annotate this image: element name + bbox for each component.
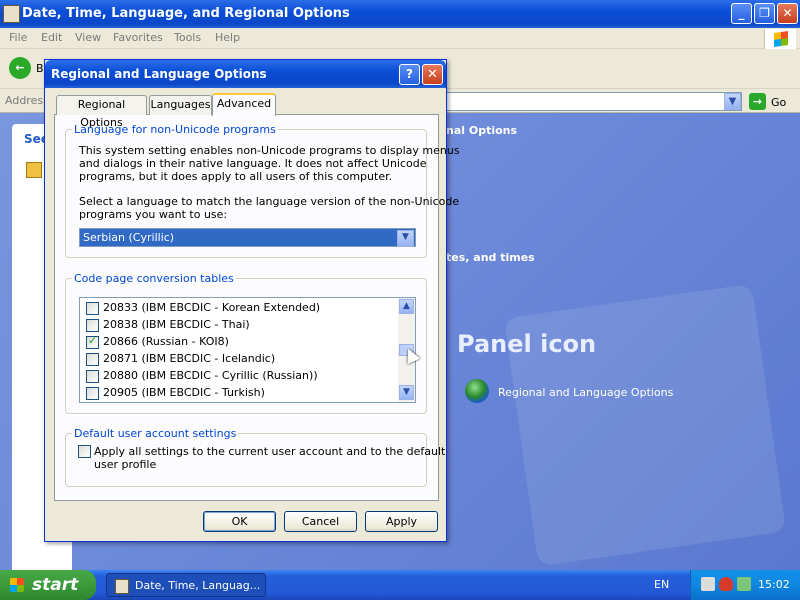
go-button[interactable]: Go [771,96,786,109]
start-button[interactable]: start [0,570,96,600]
checkbox[interactable] [86,302,99,315]
globe-icon[interactable] [465,379,489,403]
back-arrow-icon[interactable]: ← [9,57,31,79]
maximize-button[interactable]: ❐ [754,3,775,24]
checkbox-checked[interactable]: ✓ [86,334,99,349]
category-heading: nal Options [446,124,518,137]
go-arrow-icon[interactable]: → [749,93,766,110]
default-user-legend: Default user account settings [74,427,237,440]
ok-button[interactable]: OK [203,511,276,532]
tab-regional-options[interactable]: Regional Options [56,95,147,129]
folder-window-icon [3,5,20,23]
code-page-list[interactable]: 20833 (IBM EBCDIC - Korean Extended) 208… [79,297,416,403]
menu-view[interactable]: View [75,31,101,44]
checkbox[interactable] [86,387,99,400]
checkbox[interactable] [86,370,99,383]
language-indicator[interactable]: EN [654,578,669,591]
address-dropdown-icon[interactable]: ▼ [724,93,741,110]
taskbar-window-button[interactable]: Date, Time, Languag... [106,573,266,597]
non-unicode-legend: Language for non-Unicode programs [74,123,276,136]
dialog-close-button[interactable]: ✕ [422,64,443,85]
window-icon [115,579,129,594]
chevron-down-icon[interactable]: ▼ [397,230,414,247]
back-label[interactable]: B [36,62,44,75]
network-icon[interactable] [701,577,715,591]
scroll-up-icon[interactable]: ▲ [399,299,414,314]
tab-languages[interactable]: Languages [149,95,212,115]
windows-flag-icon [10,578,24,592]
cancel-button[interactable]: Cancel [284,511,357,532]
menu-edit[interactable]: Edit [41,31,62,44]
task-icon[interactable] [26,162,42,178]
code-page-legend: Code page conversion tables [74,272,234,285]
language-select[interactable]: Serbian (Cyrillic) ▼ [79,228,416,247]
scroll-down-icon[interactable]: ▼ [399,385,414,400]
menu-favorites[interactable]: Favorites [113,31,163,44]
security-shield-icon[interactable] [719,577,733,591]
task-link[interactable]: tes, and times [446,251,535,264]
checkbox[interactable] [86,353,99,366]
tab-advanced[interactable]: Advanced [212,93,276,116]
checkbox[interactable] [86,319,99,332]
apply-button[interactable]: Apply [365,511,438,532]
apply-all-label[interactable]: Apply all settings to the current user a… [94,445,445,471]
dialog-title-bar[interactable]: Regional and Language Options [45,60,446,88]
address-label: Address [5,94,49,107]
check-icon: ✓ [88,334,98,347]
menu-bar: File Edit View Favorites Tools Help [0,28,800,49]
non-unicode-description: This system setting enables non-Unicode … [79,144,460,183]
menu-tools[interactable]: Tools [174,31,201,44]
regional-options-link[interactable]: Regional and Language Options [498,386,673,399]
update-icon[interactable] [737,577,751,591]
watermark-graphic [503,283,787,567]
menu-help[interactable]: Help [215,31,240,44]
dialog-title: Regional and Language Options [51,67,267,81]
apply-all-checkbox[interactable] [78,445,91,458]
select-language-instruction: Select a language to match the language … [79,195,460,221]
help-button[interactable]: ? [399,64,420,85]
language-select-value: Serbian (Cyrillic) [83,231,175,244]
explorer-title: Date, Time, Language, and Regional Optio… [22,6,350,21]
clock[interactable]: 15:02 [758,578,790,591]
address-input[interactable] [440,92,742,111]
explorer-title-bar[interactable]: Date, Time, Language, and Regional Optio… [0,0,800,28]
windows-logo-icon [764,29,796,49]
menu-file[interactable]: File [9,31,27,44]
panel-icon-heading: Panel icon [457,330,597,358]
minimize-button[interactable]: _ [731,3,752,24]
explorer-close-button[interactable]: ✕ [777,3,798,24]
